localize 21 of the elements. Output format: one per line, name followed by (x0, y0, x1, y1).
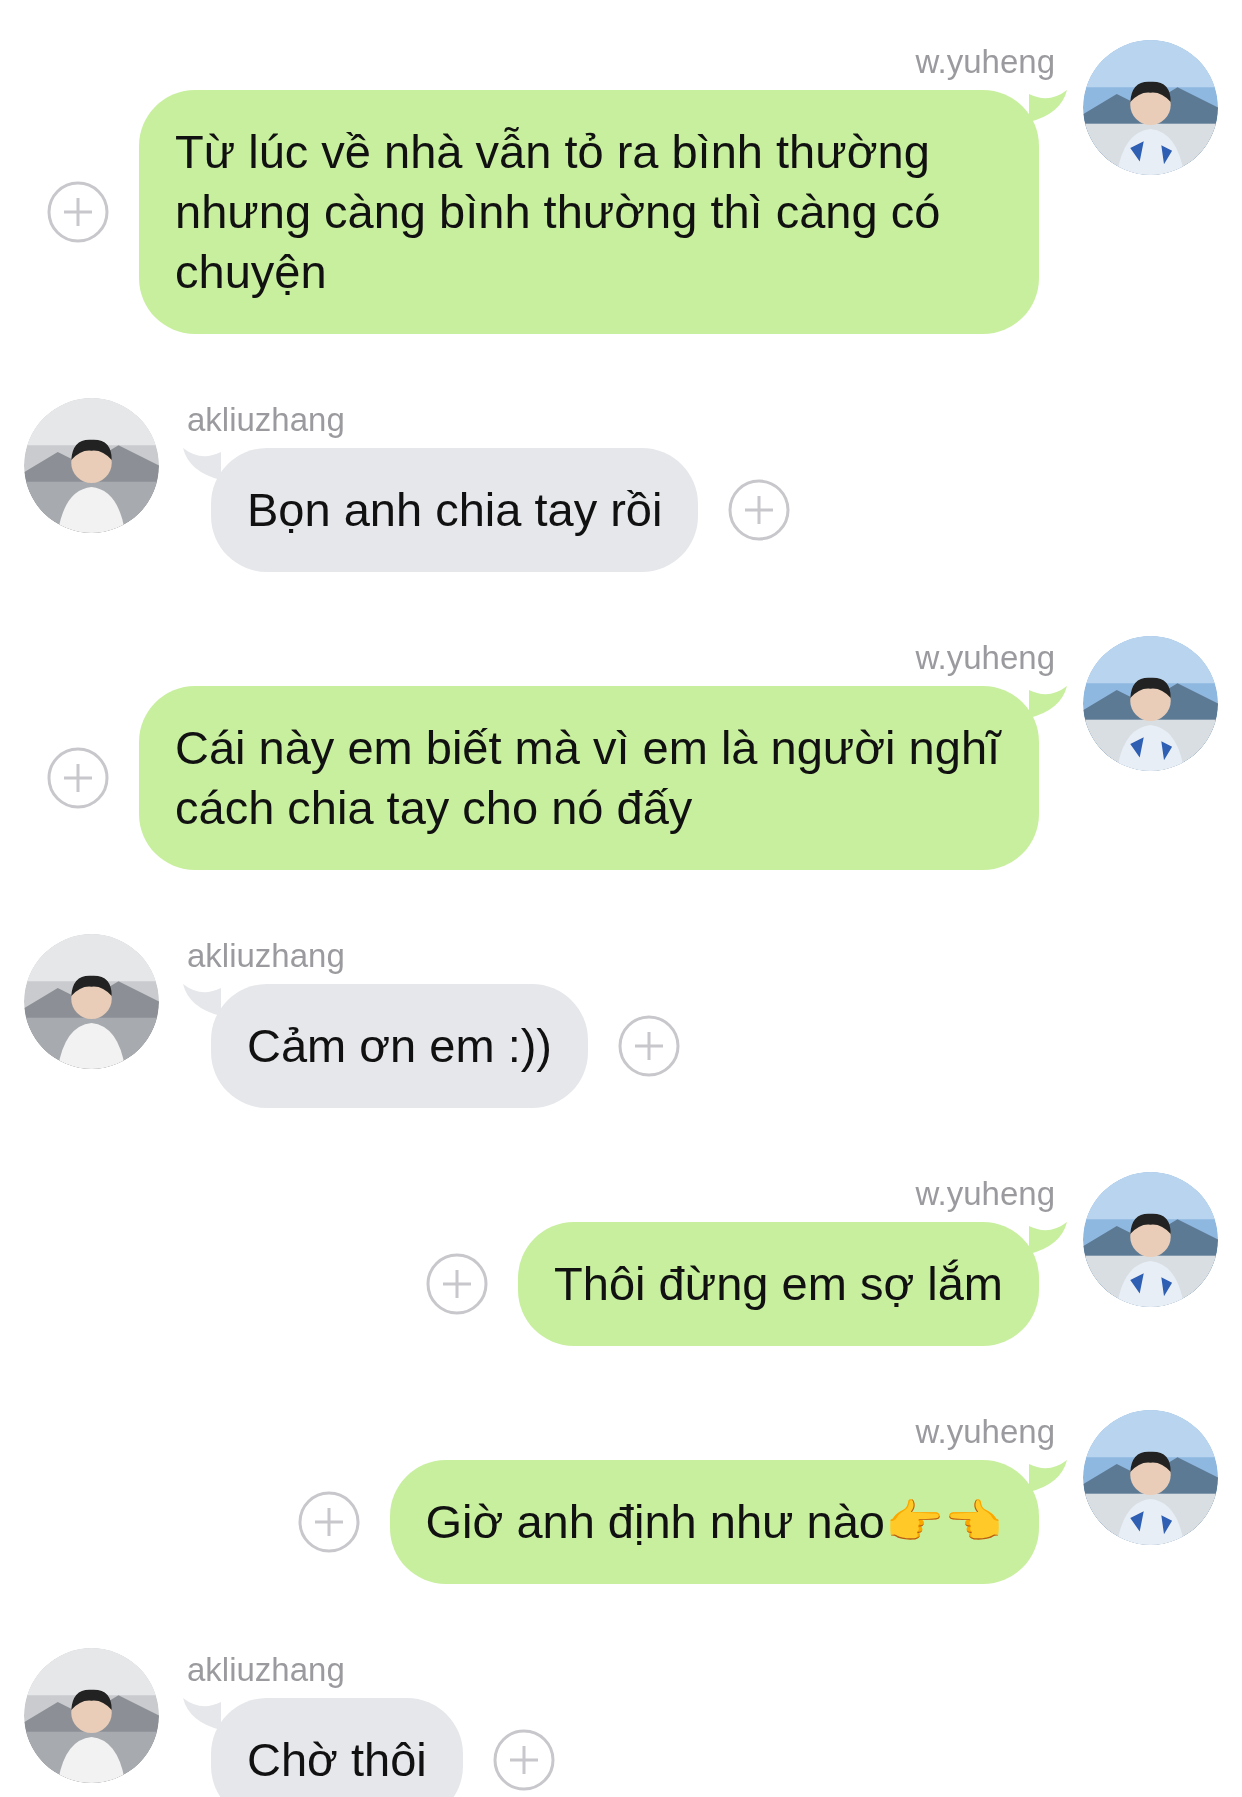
add-icon[interactable] (47, 181, 109, 243)
add-icon[interactable] (47, 747, 109, 809)
sender-name: akliuzhang (186, 1650, 346, 1690)
sender-name: w.yuheng (914, 1174, 1056, 1214)
message-bubble: Chờ thôi (211, 1698, 463, 1797)
message-bubble: Thôi đừng em sợ lắm (518, 1222, 1039, 1346)
sender-name: w.yuheng (914, 42, 1056, 82)
add-icon[interactable] (426, 1253, 489, 1315)
sender-name: w.yuheng (914, 1412, 1056, 1452)
add-icon[interactable] (728, 479, 791, 541)
message-bubble: Giờ anh định như nào👉👈 (389, 1460, 1039, 1584)
message-bubble: Cái này em biết mà vì em là người nghĩ cách chia tay cho nó đấy (139, 686, 1039, 870)
sender-name: akliuzhang (186, 400, 346, 440)
add-icon[interactable] (492, 1729, 555, 1791)
message-bubble: Cảm ơn em :)) (211, 984, 589, 1108)
message-bubble: Từ lúc về nhà vẫn tỏ ra bình thường nhưng càng bình thường thì càng có chuyện (139, 90, 1039, 334)
message-bubble: Bọn anh chia tay rồi (211, 448, 699, 572)
sender-name: w.yuheng (914, 638, 1056, 678)
add-icon[interactable] (297, 1491, 360, 1553)
sender-name: akliuzhang (186, 936, 346, 976)
add-icon[interactable] (618, 1015, 681, 1077)
